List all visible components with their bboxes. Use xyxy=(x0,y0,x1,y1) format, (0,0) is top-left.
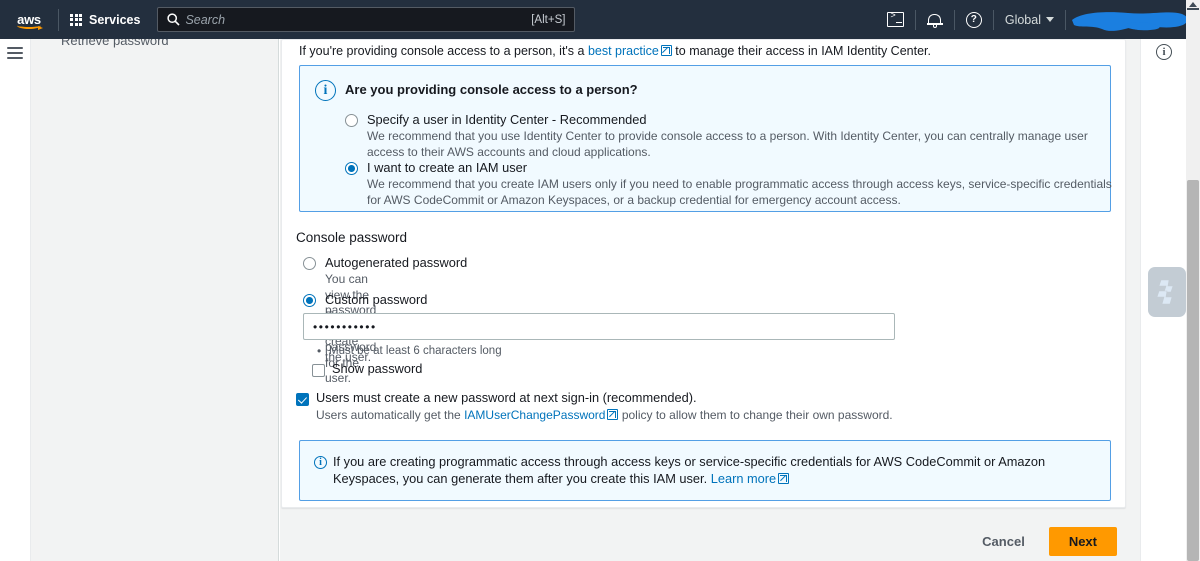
console-password-heading: Console password xyxy=(296,230,408,245)
external-link-icon xyxy=(778,473,790,484)
external-link-icon xyxy=(660,45,672,56)
info-icon: i xyxy=(314,456,327,469)
sidebar-item-retrieve-password[interactable]: Retrieve password xyxy=(61,39,169,48)
radio-autogenerated-password[interactable] xyxy=(303,257,316,270)
cancel-button[interactable]: Cancel xyxy=(968,528,1039,555)
amazon-q-flyout-icon xyxy=(1156,279,1174,305)
radio-autogenerated-password-label: Autogenerated password xyxy=(325,255,468,270)
custom-password-input[interactable]: ••••••••••• xyxy=(303,313,895,340)
programmatic-access-alert: i If you are creating programmatic acces… xyxy=(299,440,1111,501)
password-requirement-hint: Must be at least 6 characters long xyxy=(317,344,502,358)
left-rail xyxy=(0,39,31,561)
search-input[interactable] xyxy=(181,11,532,28)
search-shortcut-hint: [Alt+S] xyxy=(531,13,566,26)
nav-right-group: ? Global xyxy=(877,0,1200,39)
cloudshell-icon xyxy=(887,11,905,27)
search-icon xyxy=(165,13,181,26)
info-icon: i xyxy=(315,80,336,101)
sidebar-navigation: Retrieve password xyxy=(31,39,279,561)
region-selector[interactable]: Global xyxy=(994,0,1065,39)
intro-prefix: If you're providing console access to a … xyxy=(299,44,588,58)
aws-logo[interactable]: aws xyxy=(0,0,58,39)
scrollbar-thumb[interactable] xyxy=(1187,180,1199,561)
radio-iam-user-description: We recommend that you create IAM users o… xyxy=(367,177,1112,207)
account-menu[interactable] xyxy=(1066,0,1194,39)
next-button[interactable]: Next xyxy=(1048,526,1117,556)
programmatic-access-alert-text: If you are creating programmatic access … xyxy=(333,453,1095,487)
bell-icon xyxy=(926,12,943,28)
radio-identity-center[interactable] xyxy=(345,114,358,127)
redaction-mark xyxy=(1072,12,1188,31)
wizard-footer-actions: Cancel Next xyxy=(280,521,1125,561)
scroll-up-cap xyxy=(1187,8,1199,10)
radio-custom-password-label: Custom password xyxy=(325,292,428,307)
must-change-sub-suffix: policy to allow them to change their own… xyxy=(618,408,893,422)
programmatic-alert-copy: If you are creating programmatic access … xyxy=(333,454,1046,486)
content-card: If you're providing console access to a … xyxy=(281,39,1126,508)
radio-iam-user[interactable] xyxy=(345,162,358,175)
external-link-icon xyxy=(607,409,619,420)
top-navigation-bar: aws Services [Alt+S] ? xyxy=(0,0,1200,39)
aws-logo-smile xyxy=(17,22,43,30)
cloudshell-button[interactable] xyxy=(877,0,915,39)
must-change-sub-prefix: Users automatically get the xyxy=(316,408,465,422)
show-password-label: Show password xyxy=(332,361,423,376)
info-circle-icon[interactable]: i xyxy=(1156,44,1172,60)
notifications-button[interactable] xyxy=(916,0,954,39)
scroll-up-arrow-icon[interactable] xyxy=(1189,2,1197,7)
hamburger-menu-icon[interactable] xyxy=(7,47,23,561)
must-change-password-checkbox[interactable] xyxy=(296,393,309,406)
right-help-panel: i xyxy=(1140,39,1186,561)
must-change-password-label: Users must create a new password at next… xyxy=(316,390,697,405)
radio-custom-password[interactable] xyxy=(303,294,316,307)
amazon-q-flyout-button[interactable] xyxy=(1148,267,1186,317)
must-change-password-sub: Users automatically get the IAMUserChang… xyxy=(316,408,893,422)
page-scrollbar[interactable] xyxy=(1186,0,1200,561)
learn-more-link[interactable]: Learn more xyxy=(711,471,776,486)
best-practice-link[interactable]: best practice xyxy=(588,44,659,58)
help-circle-icon: ? xyxy=(965,11,982,28)
region-label: Global xyxy=(1004,12,1041,27)
radio-identity-center-description: We recommend that you use Identity Cente… xyxy=(367,129,1088,159)
global-search-bar[interactable]: [Alt+S] xyxy=(157,7,576,32)
main-content: If you're providing console access to a … xyxy=(280,39,1150,561)
iam-user-change-password-link[interactable]: IAMUserChangePassword xyxy=(464,408,605,422)
intro-suffix: to manage their access in IAM Identity C… xyxy=(671,44,931,58)
intro-text: If you're providing console access to a … xyxy=(299,44,931,58)
chevron-down-icon xyxy=(1046,17,1054,22)
help-button[interactable]: ? xyxy=(955,0,993,39)
show-password-checkbox[interactable] xyxy=(312,364,325,377)
radio-iam-user-label: I want to create an IAM user xyxy=(367,160,528,175)
grid-icon xyxy=(70,13,82,26)
services-menu-button[interactable]: Services xyxy=(59,0,151,39)
console-access-alert-title: Are you providing console access to a pe… xyxy=(345,82,638,97)
console-access-alert: i Are you providing console access to a … xyxy=(299,65,1112,212)
services-label: Services xyxy=(89,12,141,27)
radio-identity-center-label: Specify a user in Identity Center - Reco… xyxy=(367,112,647,127)
